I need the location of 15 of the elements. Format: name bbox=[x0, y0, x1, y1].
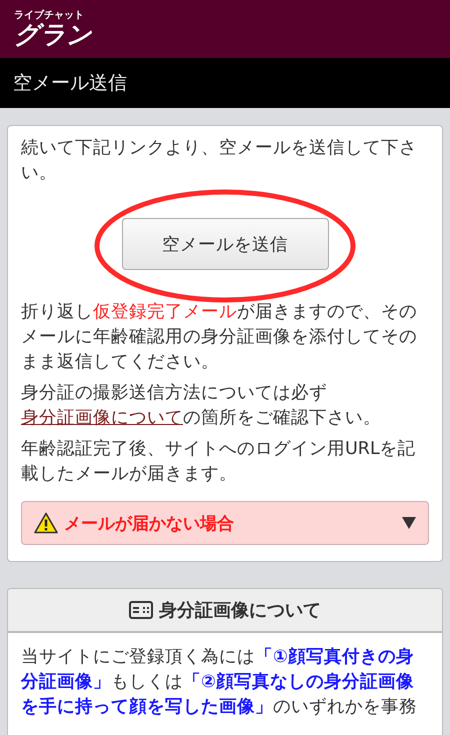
logo-subtitle: ライブチャット bbox=[14, 11, 85, 21]
info-paragraph: 折り返し仮登録完了メールが届きますので、そのメールに年齢確認用の身分証画像を添付してそのまま返信してください。 bbox=[21, 301, 418, 374]
accordion-label: メールが届かない場合 bbox=[64, 512, 235, 534]
send-mail-button[interactable]: 空メールを送信 bbox=[122, 218, 328, 270]
warning-icon bbox=[34, 512, 58, 534]
page-title: 空メール送信 bbox=[13, 71, 127, 96]
id-card-icon bbox=[129, 601, 153, 619]
info-paragraph: 年齢認証完了後、サイトへのログイン用URLを記載したメールが届きます。 bbox=[21, 438, 417, 486]
id-image-link[interactable]: 身分証画像について bbox=[21, 408, 183, 428]
instruction-text: 続いて下記リンクより、空メールを送信して下さい。 bbox=[21, 137, 418, 185]
logo-title: グラン bbox=[14, 22, 92, 47]
info-paragraph: 当サイトにご登録頂く為には「①顔写真付きの身分証画像」もしくは「②顔写真なしの身分証画像を手に持って顔を写した画像」のいずれかを事務 bbox=[21, 646, 418, 719]
info-paragraph: 身分証の撮影送信方法については必ず 身分証画像についての箇所をご確認下さい。 bbox=[21, 382, 382, 430]
caret-icon bbox=[402, 517, 416, 529]
section-title: 身分証画像について bbox=[159, 599, 321, 622]
